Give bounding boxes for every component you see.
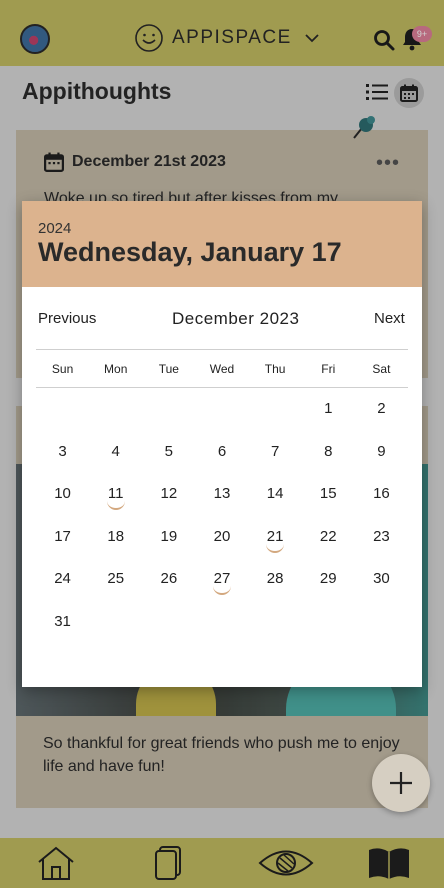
selected-date: Wednesday, January 17 [38,237,342,267]
divider [36,387,408,388]
day-cell[interactable]: 20 [195,525,248,568]
day-cell[interactable]: 19 [142,525,195,568]
empty-day-cell [142,397,195,440]
day-cell[interactable]: 21 [249,525,302,568]
date-picker-header: 2024 Wednesday, January 17 [22,201,422,287]
day-grid: 1 2 3 4 5 6 7 8 9 10 11 12 13 14 15 16 17 18 19 20 21 22 23 24 2… [36,397,408,653]
day-cell[interactable]: 17 [36,525,89,568]
day-cell[interactable]: 10 [36,482,89,525]
day-cell[interactable]: 8 [302,440,355,483]
weekday-label: Thu [264,362,286,376]
day-cell[interactable]: 7 [249,440,302,483]
weekday-label: Fri [321,362,336,376]
empty-day-cell [195,397,248,440]
day-cell[interactable]: 2 [355,397,408,440]
day-cell[interactable]: 30 [355,567,408,610]
day-cell[interactable]: 31 [36,610,89,653]
weekday-label: Sun [51,362,74,376]
day-cell[interactable]: 3 [36,440,89,483]
day-cell[interactable]: 12 [142,482,195,525]
weekday-header: Sun Mon Tue Wed Thu Fri Sat [36,362,408,376]
add-post-button[interactable] [372,754,430,812]
weekday-label: Wed [209,362,235,376]
divider [36,349,408,350]
day-cell[interactable]: 9 [355,440,408,483]
plus-icon [390,772,412,794]
selected-year[interactable]: 2024 [38,220,71,237]
month-label: December 2023 [172,309,300,328]
day-cell[interactable]: 6 [195,440,248,483]
day-cell[interactable]: 29 [302,567,355,610]
day-cell[interactable]: 24 [36,567,89,610]
day-cell[interactable]: 16 [355,482,408,525]
day-cell[interactable]: 5 [142,440,195,483]
day-cell[interactable]: 27 [195,567,248,610]
weekday-label: Mon [104,362,128,376]
day-cell[interactable]: 13 [195,482,248,525]
empty-day-cell [36,397,89,440]
day-cell[interactable]: 22 [302,525,355,568]
day-cell[interactable]: 25 [89,567,142,610]
weekday-label: Tue [158,362,179,376]
empty-day-cell [249,397,302,440]
next-month-button[interactable]: Next [374,310,405,327]
weekday-label: Sat [372,362,391,376]
day-cell[interactable]: 14 [249,482,302,525]
day-cell[interactable]: 28 [249,567,302,610]
day-cell[interactable]: 23 [355,525,408,568]
day-cell[interactable]: 26 [142,567,195,610]
empty-day-cell [89,397,142,440]
day-cell[interactable]: 4 [89,440,142,483]
day-cell[interactable]: 15 [302,482,355,525]
date-picker-dialog: 2024 Wednesday, January 17 Previous Dece… [22,201,422,687]
day-cell[interactable]: 18 [89,525,142,568]
day-cell[interactable]: 11 [89,482,142,525]
previous-month-button[interactable]: Previous [38,310,96,327]
day-cell[interactable]: 1 [302,397,355,440]
